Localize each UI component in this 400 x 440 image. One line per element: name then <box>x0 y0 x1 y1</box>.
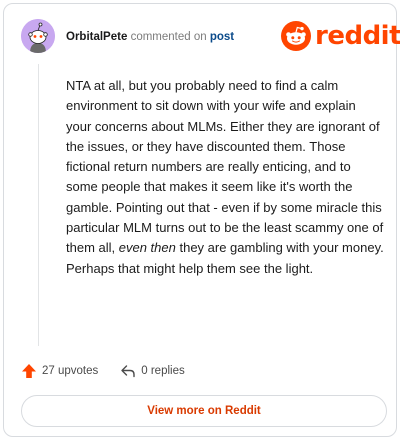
reddit-wordmark: reddit <box>315 21 400 51</box>
avatar[interactable] <box>21 19 55 53</box>
embedded-comment-card: OrbitalPete commented on post reddit NTA… <box>3 3 400 437</box>
comment-body-text-1: NTA at all, but you probably need to fin… <box>66 78 384 256</box>
reply-button[interactable]: 0 replies <box>120 363 185 379</box>
comment-actions: 27 upvotes 0 replies <box>21 362 207 380</box>
upvote-arrow-icon <box>22 364 36 378</box>
username-link[interactable]: OrbitalPete <box>66 31 127 43</box>
reply-arrow-icon <box>121 365 135 378</box>
snoo-avatar-icon <box>21 19 55 53</box>
reddit-logo[interactable]: reddit <box>281 20 400 52</box>
view-more-button[interactable]: View more on Reddit <box>21 395 387 427</box>
reply-count: 0 replies <box>141 365 185 377</box>
comment-header: OrbitalPete commented on post <box>66 30 234 44</box>
reddit-logo-icon <box>281 21 311 51</box>
upvote-button[interactable]: 27 upvotes <box>21 363 98 379</box>
comment-body-emphasis: even then <box>118 240 176 256</box>
action-text: commented on <box>130 31 207 43</box>
upvote-count: 27 upvotes <box>42 365 99 377</box>
comment-body: NTA at all, but you probably need to fin… <box>66 76 384 279</box>
post-link[interactable]: post <box>210 31 234 43</box>
thread-line <box>38 64 39 346</box>
